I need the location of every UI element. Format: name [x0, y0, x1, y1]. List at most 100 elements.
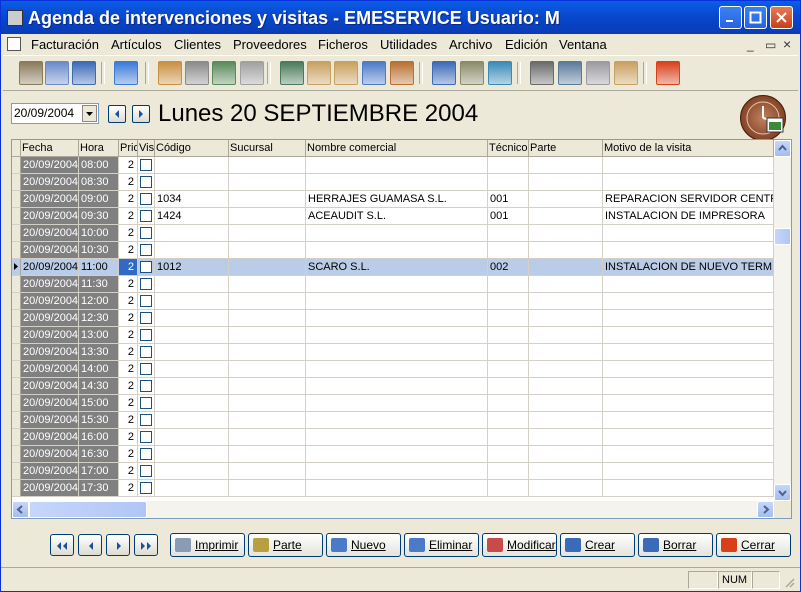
- cell-fecha[interactable]: 20/09/2004: [21, 361, 79, 378]
- cell-parte[interactable]: [529, 293, 603, 310]
- cell-fecha[interactable]: 20/09/2004: [21, 463, 79, 480]
- menu-articulos[interactable]: Artículos: [111, 37, 162, 52]
- cell-parte[interactable]: [529, 463, 603, 480]
- table-row[interactable]: 20/09/2004 16:30 2: [12, 446, 774, 463]
- cell-motivo[interactable]: REPARACION SERVIDOR CENTRAL: [603, 191, 774, 208]
- cell-motivo[interactable]: [603, 327, 774, 344]
- cell-parte[interactable]: [529, 395, 603, 412]
- cell-nombre[interactable]: [306, 429, 488, 446]
- cell-parte[interactable]: [529, 242, 603, 259]
- cell-visi[interactable]: [138, 276, 155, 293]
- row-indicator[interactable]: [12, 480, 21, 497]
- cell-parte[interactable]: [529, 310, 603, 327]
- header-visi[interactable]: Visi: [138, 140, 155, 156]
- cell-nombre[interactable]: [306, 157, 488, 174]
- cell-sucursal[interactable]: [229, 191, 306, 208]
- cell-prio[interactable]: 2: [119, 395, 138, 412]
- scroll-up-button[interactable]: [774, 140, 791, 157]
- cell-motivo[interactable]: [603, 480, 774, 497]
- minimize-button[interactable]: [719, 6, 742, 29]
- cell-sucursal[interactable]: [229, 208, 306, 225]
- cell-codigo[interactable]: [155, 157, 229, 174]
- cell-hora[interactable]: 17:30: [79, 480, 119, 497]
- row-indicator[interactable]: [12, 191, 21, 208]
- cell-codigo[interactable]: [155, 361, 229, 378]
- cell-sucursal[interactable]: [229, 157, 306, 174]
- cell-nombre[interactable]: [306, 412, 488, 429]
- cell-prio[interactable]: 2: [119, 310, 138, 327]
- row-indicator[interactable]: [12, 361, 21, 378]
- header-nombre-comercial[interactable]: Nombre comercial: [306, 140, 488, 156]
- cell-fecha[interactable]: 20/09/2004: [21, 480, 79, 497]
- cell-motivo[interactable]: [603, 157, 774, 174]
- prev-button[interactable]: [78, 534, 102, 556]
- header-tecnico[interactable]: Técnico: [488, 140, 529, 156]
- cell-prio[interactable]: 2: [119, 344, 138, 361]
- calculator-icon[interactable]: [212, 61, 236, 85]
- cell-motivo[interactable]: INSTALACION DE NUEVO TERMINAL: [603, 259, 774, 276]
- cell-hora[interactable]: 13:30: [79, 344, 119, 361]
- cell-hora[interactable]: 10:30: [79, 242, 119, 259]
- cell-codigo[interactable]: [155, 395, 229, 412]
- cell-hora[interactable]: 15:30: [79, 412, 119, 429]
- cell-visi[interactable]: [138, 446, 155, 463]
- visit-checkbox[interactable]: [140, 363, 152, 375]
- parte-button[interactable]: Parte: [248, 533, 323, 557]
- cell-nombre[interactable]: ACEAUDIT S.L.: [306, 208, 488, 225]
- row-indicator[interactable]: [12, 378, 21, 395]
- cell-parte[interactable]: [529, 344, 603, 361]
- cell-prio[interactable]: 2: [119, 225, 138, 242]
- cell-tecnico[interactable]: 002: [488, 259, 529, 276]
- cell-visi[interactable]: [138, 242, 155, 259]
- cell-sucursal[interactable]: [229, 463, 306, 480]
- cell-parte[interactable]: [529, 157, 603, 174]
- cell-parte[interactable]: [529, 446, 603, 463]
- scroll-right-button[interactable]: [757, 501, 774, 518]
- cell-sucursal[interactable]: [229, 242, 306, 259]
- cell-motivo[interactable]: [603, 463, 774, 480]
- cell-motivo[interactable]: [603, 310, 774, 327]
- cell-fecha[interactable]: 20/09/2004: [21, 344, 79, 361]
- table-row[interactable]: 20/09/2004 15:00 2: [12, 395, 774, 412]
- row-indicator[interactable]: [12, 174, 21, 191]
- table-row[interactable]: 20/09/2004 10:00 2: [12, 225, 774, 242]
- document-icon[interactable]: [7, 37, 21, 51]
- cell-fecha[interactable]: 20/09/2004: [21, 310, 79, 327]
- header-parte[interactable]: Parte: [529, 140, 603, 156]
- cell-fecha[interactable]: 20/09/2004: [21, 157, 79, 174]
- cell-tecnico[interactable]: [488, 395, 529, 412]
- cell-motivo[interactable]: [603, 242, 774, 259]
- visit-checkbox[interactable]: [140, 414, 152, 426]
- cell-parte[interactable]: [529, 412, 603, 429]
- cell-codigo[interactable]: [155, 225, 229, 242]
- cell-sucursal[interactable]: [229, 225, 306, 242]
- cell-sucursal[interactable]: [229, 395, 306, 412]
- eliminar-button[interactable]: Eliminar: [404, 533, 479, 557]
- cell-hora[interactable]: 10:00: [79, 225, 119, 242]
- cell-codigo[interactable]: [155, 412, 229, 429]
- cell-fecha[interactable]: 20/09/2004: [21, 378, 79, 395]
- cell-motivo[interactable]: [603, 225, 774, 242]
- people-icon[interactable]: [158, 61, 182, 85]
- table-row[interactable]: 20/09/2004 13:00 2: [12, 327, 774, 344]
- cell-motivo[interactable]: [603, 395, 774, 412]
- cell-fecha[interactable]: 20/09/2004: [21, 225, 79, 242]
- cell-nombre[interactable]: [306, 310, 488, 327]
- cell-hora[interactable]: 17:00: [79, 463, 119, 480]
- cell-sucursal[interactable]: [229, 412, 306, 429]
- table-row[interactable]: 20/09/2004 14:00 2: [12, 361, 774, 378]
- cell-nombre[interactable]: [306, 378, 488, 395]
- row-indicator[interactable]: [12, 276, 21, 293]
- table-row[interactable]: 20/09/2004 10:30 2: [12, 242, 774, 259]
- cell-tecnico[interactable]: [488, 174, 529, 191]
- table-row[interactable]: 20/09/2004 08:30 2: [12, 174, 774, 191]
- cell-visi[interactable]: [138, 412, 155, 429]
- cell-motivo[interactable]: [603, 446, 774, 463]
- cell-nombre[interactable]: [306, 293, 488, 310]
- home-icon[interactable]: [114, 61, 138, 85]
- borrar-button[interactable]: Borrar: [638, 533, 713, 557]
- mdi-close-button[interactable]: ×: [783, 36, 791, 52]
- table-row[interactable]: 20/09/2004 12:30 2: [12, 310, 774, 327]
- cell-prio[interactable]: 2: [119, 208, 138, 225]
- close-button[interactable]: [770, 6, 793, 29]
